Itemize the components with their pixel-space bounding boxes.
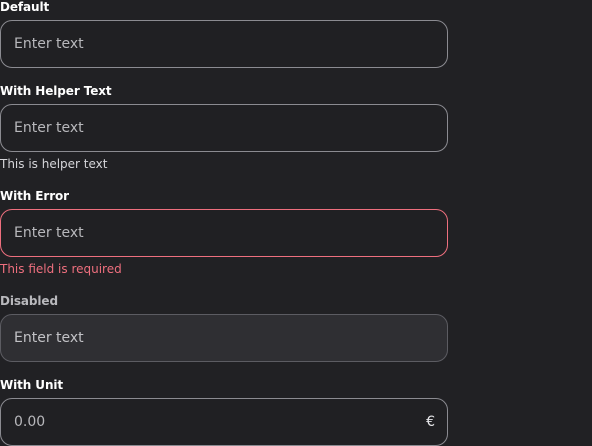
error-field-label: With Error <box>0 189 70 203</box>
default-field-label: Default <box>0 0 50 14</box>
error-field-group: With Error This field is required <box>0 189 448 276</box>
helper-input-wrapper[interactable] <box>0 104 448 152</box>
helper-input[interactable] <box>14 105 414 151</box>
error-input[interactable] <box>14 210 414 256</box>
disabled-input-wrapper <box>0 314 448 362</box>
euro-unit-icon: € <box>426 414 435 430</box>
unit-field-label: With Unit <box>0 378 64 392</box>
error-message: This field is required <box>0 262 122 276</box>
unit-input-wrapper[interactable]: € <box>0 398 448 446</box>
helper-text: This is helper text <box>0 157 108 171</box>
helper-field-group: With Helper Text This is helper text <box>0 84 448 171</box>
default-input[interactable] <box>14 21 414 67</box>
helper-field-label: With Helper Text <box>0 84 112 98</box>
error-input-wrapper[interactable] <box>0 209 448 257</box>
disabled-input <box>14 315 414 361</box>
unit-input[interactable] <box>14 399 414 445</box>
input-showcase: Default With Helper Text This is helper … <box>0 0 592 446</box>
disabled-field-group: Disabled <box>0 294 448 362</box>
default-field-group: Default <box>0 0 448 68</box>
unit-field-group: With Unit € <box>0 378 448 446</box>
disabled-field-label: Disabled <box>0 294 58 308</box>
default-input-wrapper[interactable] <box>0 20 448 68</box>
